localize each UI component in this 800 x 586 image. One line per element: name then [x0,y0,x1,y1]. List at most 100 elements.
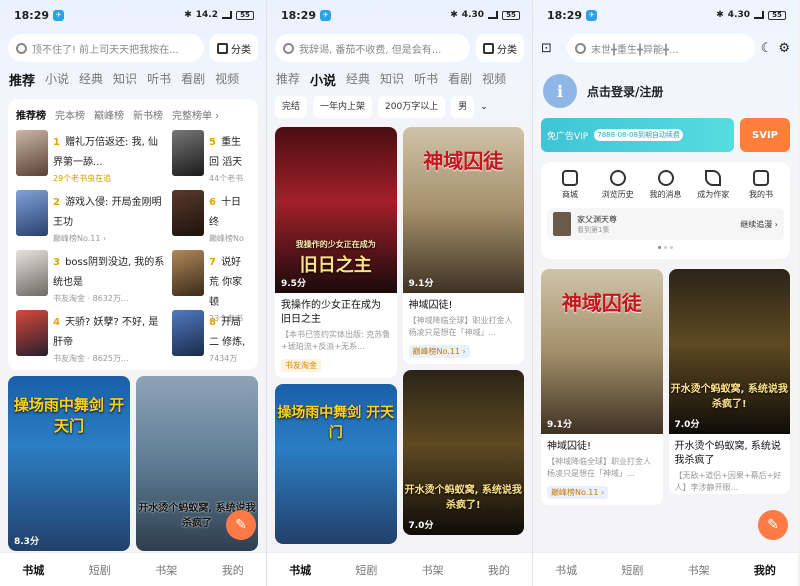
rank-tab-recommend[interactable]: 推荐榜 [16,107,46,122]
write-fab-button[interactable]: ✎ [226,510,256,540]
nav-short-drama[interactable]: 短剧 [621,562,643,578]
rank-item[interactable]: 1 赠礼万倍返还: 我, 仙界第一舔... 29个老书虫在追 [16,130,166,183]
bottom-nav: 书城 短剧 书架 我的 [267,552,532,586]
category-label: 分类 [497,44,517,56]
book-card[interactable]: 神域囚徒 9.1分 神域囚徒! 【神域降临全球】职业打金人杨凌只是想在「神域」.… [541,269,663,505]
bottom-nav: 书城 短剧 书架 我的 [533,552,798,586]
service-my-books[interactable]: 我的书 [738,170,784,200]
status-bar: 18:29 ✈ ✱ 14.2 55 [0,0,266,30]
book-cover: 神域囚徒 9.1分 [402,127,524,293]
book-score: 7.0分 [674,420,700,430]
calendar-icon [753,170,769,186]
service-history[interactable]: 浏览历史 [595,170,641,200]
nav-short-drama[interactable]: 短剧 [355,562,377,578]
rank-item[interactable]: 4 天骄? 妖孽? 不好, 是肝帝 书友淘金 · 8625万... [16,310,166,363]
tab-novel[interactable]: 小说 [310,70,336,89]
ranking-card: 推荐榜 完本榜 巅峰榜 新书榜 完整榜单 › 1 赠礼万倍返还: 我, 仙界第一… [8,99,258,370]
book-card[interactable]: 神域囚徒 9.1分 神域囚徒! 【神域降临全球】职业打金人杨凌只是想在「神域」.… [402,127,524,364]
rank-number: 1 [53,137,60,148]
search-input[interactable]: 顶不住了! 前上司天天把我按在... [8,34,204,62]
status-bar: 18:29 ✈ ✱ 4.30 55 [533,0,798,30]
filter-within-year[interactable]: 一年内上架 [313,96,373,118]
tab-knowledge[interactable]: 知识 [113,70,137,89]
vip-banner[interactable]: 免广告VIP 7888-08-08到期自动续费 [541,118,734,152]
rank-item[interactable]: 7 说好荒 你家顿 23个老书 [172,250,250,323]
rank-tab-new[interactable]: 新书榜 [133,107,163,122]
telegram-icon: ✈ [586,9,598,21]
rank-item[interactable]: 8 开局二 修炼, 7434万 [172,310,250,362]
category-button[interactable]: 分类 [476,34,524,62]
book-description: 【神域降临全球】职业打金人杨凌只是想在「神域」... [547,457,651,478]
signal-icon [222,11,232,19]
nav-mine[interactable]: 我的 [754,562,776,578]
full-ranking-link[interactable]: 完整榜单 › [172,107,219,122]
rank-tab-peak[interactable]: 巅峰榜 [94,107,124,122]
rank-item[interactable]: 2 游戏入侵: 开局金刚明王功 巅峰榜No.11 › [16,190,166,243]
book-title: 神域囚徒! [408,300,453,311]
rank-item[interactable]: 5 重生回 滔天 44个老书 [172,130,250,183]
book-card[interactable]: 开水烫个蚂蚁窝, 系统说我杀疯了! 7.0分 开水烫个蚂蚁窝, 系统说我杀疯了 … [668,269,790,494]
recent-progress: 看到第1集 [577,225,610,234]
scan-icon[interactable]: ⊡ [541,41,561,56]
filter-male[interactable]: 男 [451,96,475,118]
nav-bookshelf[interactable]: 书架 [155,562,177,578]
tab-drama[interactable]: 看剧 [448,70,472,89]
category-button[interactable]: 分类 [210,34,258,62]
tab-recommend[interactable]: 推荐 [9,70,35,89]
continue-button[interactable]: 继续追漫 › [740,219,778,230]
rank-item[interactable]: 3 boss阴到没边, 我的系统也是 书友淘金 · 8632万... [16,250,166,303]
svip-banner[interactable]: SVIP [740,118,790,152]
rank-number: 4 [53,317,60,328]
nav-short-drama[interactable]: 短剧 [89,562,111,578]
tab-video[interactable]: 视频 [215,70,239,89]
tab-audiobook[interactable]: 听书 [147,70,171,89]
tab-drama[interactable]: 看剧 [181,70,205,89]
write-fab-button[interactable]: ✎ [758,510,788,540]
nav-bookstore[interactable]: 书城 [555,562,577,578]
night-mode-icon[interactable]: ☾ [761,41,773,56]
search-input[interactable]: 我辞谒, 番茄不收费, 但是会有... [275,34,470,62]
network-speed: 4.30 [727,10,750,20]
nav-bookshelf[interactable]: 书架 [422,562,444,578]
book-card[interactable]: 操场雨中舞剑 开天门 [275,384,397,544]
filter-word-count[interactable]: 200万字以上 [378,96,446,118]
search-input[interactable]: 末世╋重生╋异能╋... [567,34,755,62]
tab-classic[interactable]: 经典 [79,70,103,89]
avatar[interactable]: ℹ [543,74,577,108]
tab-audiobook[interactable]: 听书 [414,70,438,89]
login-link[interactable]: 点击登录/注册 [587,83,663,100]
rank-item[interactable]: 6 十日终 巅峰榜No [172,190,250,243]
service-messages[interactable]: 我的消息 [643,170,689,200]
rank-tab-finished[interactable]: 完本榜 [55,107,85,122]
book-card[interactable]: 我操作的少女正在成为 旧日之主 9.5分 我操作的少女正在成为旧日之主 【本书已… [275,127,397,378]
nav-bookshelf[interactable]: 书架 [688,562,710,578]
rank-title: 赠礼万倍返还: 我, 仙界第一舔... [53,137,158,168]
recent-reading[interactable]: 家父渊天尊 看到第1集 继续追漫 › [547,208,784,240]
filter-finished[interactable]: 完结 [275,96,308,118]
nav-mine[interactable]: 我的 [488,562,510,578]
rank-title: boss阴到没边, 我的系统也是 [53,257,165,288]
book-cover: 开水烫个蚂蚁窝, 系统说我杀疯了! 7.0分 [668,269,790,434]
book-card[interactable]: 操场雨中舞剑 开天门 8.3分 [8,376,130,551]
nav-mine[interactable]: 我的 [222,562,244,578]
tab-video[interactable]: 视频 [482,70,506,89]
tab-classic[interactable]: 经典 [346,70,370,89]
book-cover [172,250,204,296]
tab-novel[interactable]: 小说 [45,70,69,89]
nav-bookstore[interactable]: 书城 [289,562,311,578]
tab-recommend[interactable]: 推荐 [276,70,300,89]
service-become-writer[interactable]: 成为作家 [690,170,736,200]
book-card[interactable]: 开水烫个蚂蚁窝, 系统说我杀疯了! 7.0分 [402,370,524,535]
service-mall[interactable]: 商城 [547,170,593,200]
signal-icon [488,11,498,19]
tab-knowledge[interactable]: 知识 [380,70,404,89]
book-cover [553,212,571,236]
chevron-down-icon[interactable]: ⌄ [480,96,488,118]
vip-renew-note: 7888-08-08到期自动续费 [594,129,683,141]
network-speed: 14.2 [195,10,218,20]
book-description: 【神域降临全球】职业打金人杨凌只是想在「神域」... [408,316,513,337]
nav-bookstore[interactable]: 书城 [22,562,44,578]
rank-number: 5 [209,137,216,148]
rank-meta: 巅峰榜No.11 › [53,234,107,243]
settings-icon[interactable]: ⚙ [778,41,790,56]
